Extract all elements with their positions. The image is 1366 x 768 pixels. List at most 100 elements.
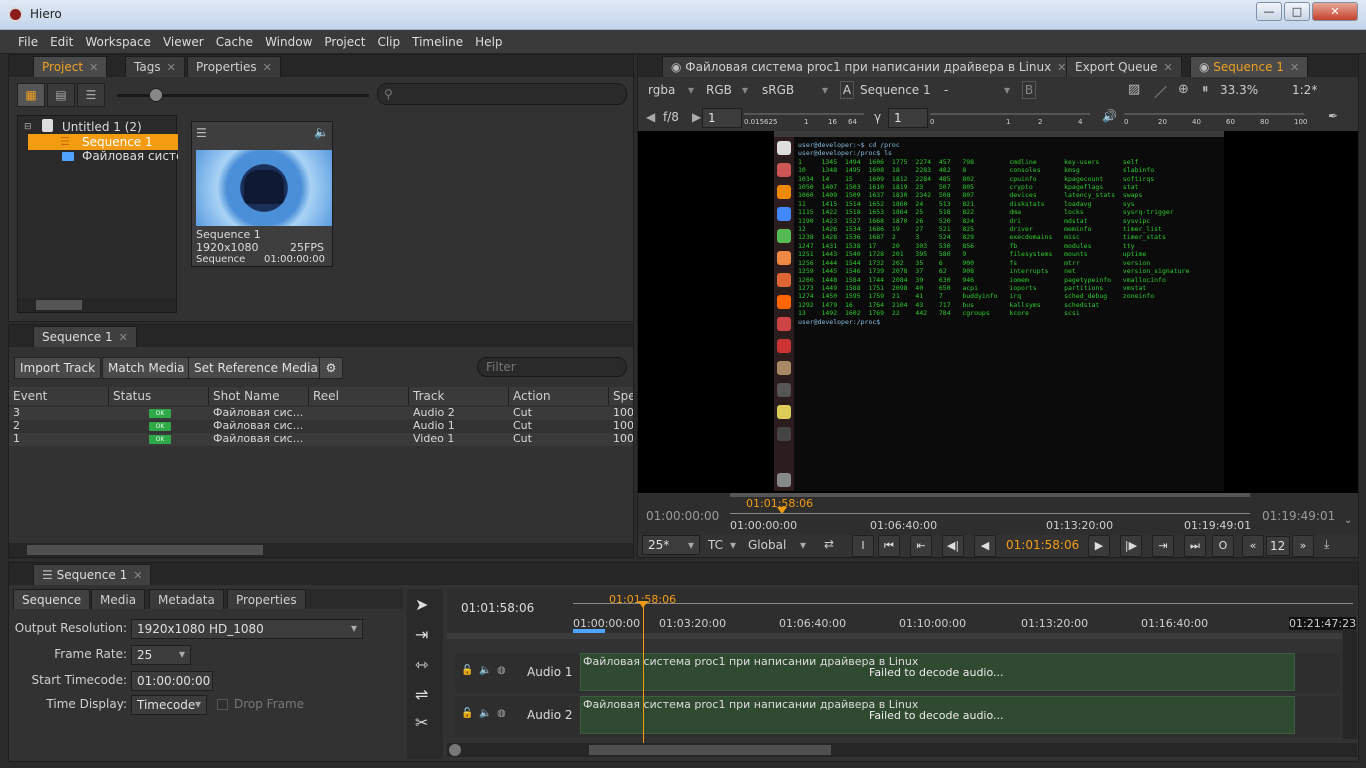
target-icon[interactable]: ⊕: [1178, 82, 1189, 97]
detail-view-icon[interactable]: ▤: [47, 83, 75, 107]
col-shot-name[interactable]: Shot Name: [209, 387, 309, 405]
waveform-icon[interactable]: ◍: [497, 665, 506, 676]
tc-mode-select[interactable]: TC: [708, 538, 723, 552]
tab-media[interactable]: Media: [91, 589, 146, 609]
timeline-vscroll[interactable]: [1343, 629, 1357, 739]
tab-properties[interactable]: Properties ✕: [187, 56, 281, 77]
close-icon[interactable]: ✕: [1164, 61, 1173, 74]
gain-slider[interactable]: [744, 113, 864, 115]
zoom-select[interactable]: 33.3%: [1220, 83, 1258, 97]
tab-metadata[interactable]: Metadata: [149, 589, 224, 609]
wipe-icon[interactable]: ▨: [1128, 82, 1140, 97]
maximize-button[interactable]: □: [1284, 2, 1310, 21]
close-icon[interactable]: ✕: [89, 61, 98, 74]
chevron-down-icon[interactable]: ▾: [688, 83, 694, 97]
gamma-field[interactable]: 1: [888, 108, 928, 128]
match-media-button[interactable]: Match Media: [102, 357, 191, 379]
step-back-icon[interactable]: ◀|: [942, 535, 964, 557]
speaker-icon[interactable]: 🔈: [479, 665, 491, 676]
lock-icon[interactable]: 🔓: [461, 708, 473, 719]
video-track-lane[interactable]: [447, 633, 1342, 639]
chevron-down-icon[interactable]: ▾: [195, 697, 201, 711]
list-view-icon[interactable]: ☰: [77, 83, 105, 107]
loop-icon[interactable]: ⇄: [824, 537, 834, 551]
gain-field[interactable]: 1: [702, 108, 742, 128]
minimize-button[interactable]: —: [1256, 2, 1282, 21]
close-button[interactable]: ✕: [1312, 2, 1358, 21]
audio-clip[interactable]: Файловая система proc1 при написании дра…: [580, 653, 1295, 691]
output-resolution-select[interactable]: 1920x1080 HD_1080: [131, 619, 363, 639]
tab-export-queue[interactable]: Export Queue ✕: [1066, 56, 1182, 77]
lock-icon[interactable]: 🔓: [461, 665, 473, 676]
audio-clip[interactable]: Файловая система proc1 при написании дра…: [580, 696, 1295, 734]
tab-properties-timeline[interactable]: Properties: [227, 589, 306, 609]
track-select-icon[interactable]: ⇥: [415, 625, 428, 644]
tab-project[interactable]: Project ✕: [33, 56, 108, 77]
waveform-icon[interactable]: ◍: [497, 708, 506, 719]
grid-view-icon[interactable]: ▦: [17, 83, 45, 107]
filter-input[interactable]: [477, 357, 627, 377]
step-size-field[interactable]: 12: [1266, 536, 1290, 556]
chevron-down-icon[interactable]: ▾: [800, 538, 806, 552]
play-backward-icon[interactable]: ◀: [974, 535, 996, 557]
chevron-down-icon[interactable]: ▾: [1004, 83, 1010, 97]
track-name[interactable]: Audio 2: [527, 708, 573, 722]
table-row[interactable]: 3 OK Файловая сис... Audio 2 Cut 100: [9, 407, 633, 420]
timeline-playhead[interactable]: [643, 605, 644, 743]
global-select[interactable]: Global: [748, 538, 786, 552]
slip-tool-icon[interactable]: ⇿: [415, 655, 428, 674]
col-event[interactable]: Event: [9, 387, 109, 405]
chevron-down-icon[interactable]: ▾: [688, 538, 694, 552]
col-reel[interactable]: Reel: [309, 387, 409, 405]
goto-end-icon[interactable]: ⏭: [1184, 535, 1206, 557]
menu-window[interactable]: Window: [259, 30, 318, 54]
menu-cache[interactable]: Cache: [210, 30, 259, 54]
menu-clip[interactable]: Clip: [371, 30, 406, 54]
tree-root[interactable]: Untitled 1 (2): [62, 120, 142, 134]
table-row[interactable]: 2 OK Файловая сис... Audio 1 Cut 100: [9, 420, 633, 433]
tab-sequence-props[interactable]: Sequence: [13, 589, 91, 609]
close-icon[interactable]: ✕: [1057, 61, 1066, 74]
slider-handle[interactable]: [149, 88, 163, 102]
in-button[interactable]: I: [852, 535, 874, 557]
menu-timeline[interactable]: Timeline: [406, 30, 469, 54]
menu-viewer[interactable]: Viewer: [157, 30, 210, 54]
gear-icon[interactable]: ⚙: [319, 357, 343, 379]
tab-clip-viewer[interactable]: ◉ Файловая система proc1 при написании д…: [662, 56, 1076, 77]
pen-icon[interactable]: ／: [1154, 82, 1167, 101]
select-tool-icon[interactable]: ➤: [415, 595, 428, 614]
chevron-down-icon[interactable]: ▾: [351, 621, 357, 635]
menu-file[interactable]: File: [12, 30, 44, 54]
close-icon[interactable]: ✕: [263, 61, 272, 74]
close-icon[interactable]: ✕: [167, 61, 176, 74]
set-reference-media-button[interactable]: Set Reference Media: [188, 357, 324, 379]
timeline-scrollbar[interactable]: [447, 743, 1357, 757]
volume-slider[interactable]: [1124, 113, 1304, 115]
pause-icon[interactable]: ⏸: [1202, 82, 1209, 97]
rewind-icon[interactable]: «: [1242, 535, 1264, 557]
lut-select[interactable]: sRGB: [762, 83, 794, 97]
chevron-down-icon[interactable]: ▾: [730, 538, 736, 552]
chevron-down-icon[interactable]: ▾: [742, 83, 748, 97]
play-forward-icon[interactable]: ▶: [1088, 535, 1110, 557]
menu-help[interactable]: Help: [469, 30, 508, 54]
ripple-tool-icon[interactable]: ⇌: [415, 685, 428, 704]
track-name[interactable]: Audio 1: [527, 665, 573, 679]
viewer-image-area[interactable]: user@developer:~$ cd /proc user@developer…: [638, 131, 1358, 493]
col-action[interactable]: Action: [509, 387, 609, 405]
arrow-left-icon[interactable]: ◀: [646, 110, 655, 124]
col-status[interactable]: Status: [109, 387, 209, 405]
col-track[interactable]: Track: [409, 387, 509, 405]
transport-timecode[interactable]: 01:01:58:06: [1006, 538, 1079, 552]
tree-item-sequence[interactable]: Sequence 1: [82, 135, 153, 149]
gamma-slider[interactable]: [930, 113, 1090, 115]
channels-select[interactable]: rgba: [648, 83, 675, 97]
zoom-handle[interactable]: [449, 744, 461, 756]
collapse-icon[interactable]: ⊟: [24, 122, 32, 132]
close-icon[interactable]: ✕: [133, 569, 142, 582]
menu-edit[interactable]: Edit: [44, 30, 79, 54]
timeline-scroll-handle[interactable]: [589, 745, 831, 755]
tab-tags[interactable]: Tags ✕: [125, 56, 185, 77]
next-edit-icon[interactable]: ⇥: [1152, 535, 1174, 557]
proxy-ratio-select[interactable]: 1:2*: [1292, 83, 1317, 97]
